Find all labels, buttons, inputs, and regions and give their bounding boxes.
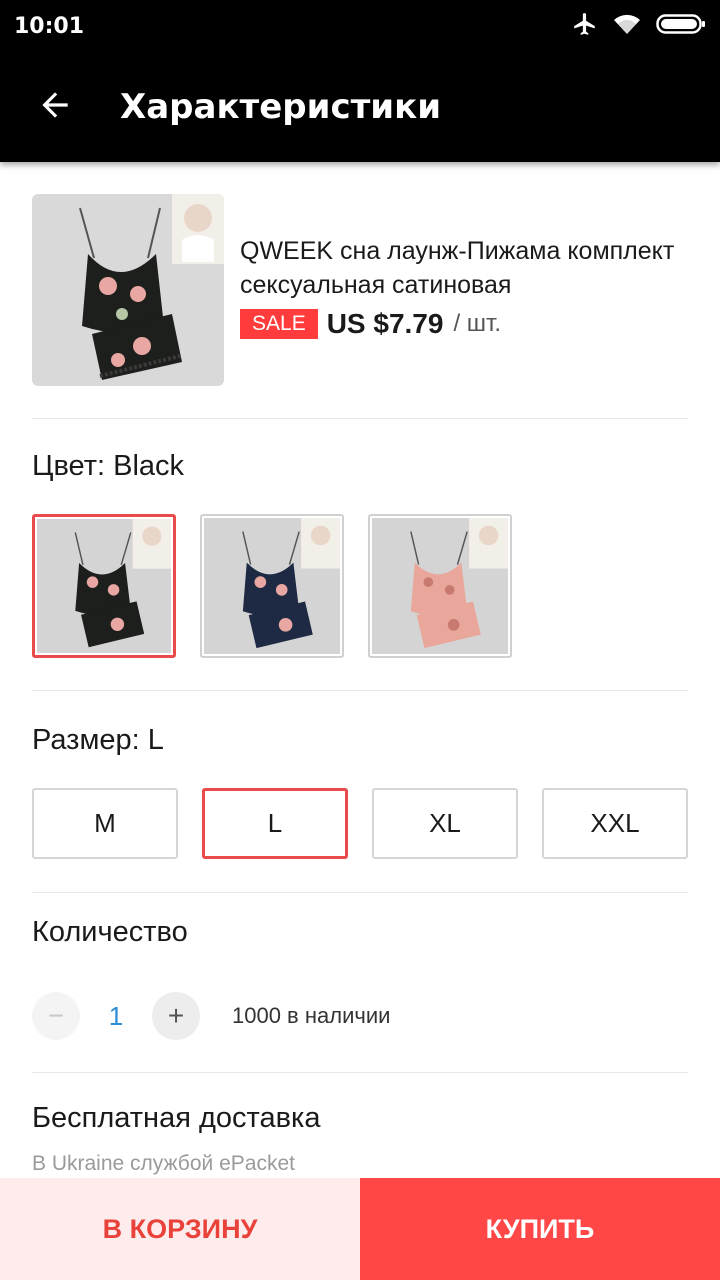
size-option-l[interactable]: L [202,788,348,859]
size-option-xl[interactable]: XL [372,788,518,859]
product-summary: QWEEK сна лаунж-Пижама комплект сексуаль… [32,194,688,386]
status-icons [572,11,706,42]
product-thumbnail [32,194,224,386]
size-label: Размер: L [32,724,164,756]
product-info: QWEEK сна лаунж-Пижама комплект сексуаль… [240,194,688,386]
buy-now-button[interactable]: КУПИТЬ [360,1178,720,1280]
app-bar: Характеристики [0,52,720,162]
color-option-pink[interactable] [368,514,512,658]
size-options: M L XL XXL [32,788,688,859]
status-bar: 10:01 [0,0,720,52]
shipping-title: Бесплатная доставка [32,1102,321,1134]
status-time: 10:01 [14,13,85,39]
page-title: Характеристики [120,87,442,127]
size-option-xxl[interactable]: XXL [542,788,688,859]
product-price: US $7.79 [326,308,444,339]
quantity-value[interactable]: 1 [80,1001,152,1032]
color-options [32,514,512,658]
quantity-label: Количество [32,916,188,948]
color-option-black[interactable] [32,514,176,658]
arrow-left-icon [36,86,74,129]
bottom-action-bar: В КОРЗИНУ КУПИТЬ [0,1178,720,1280]
wifi-icon [612,12,642,41]
color-label: Цвет: Black [32,450,185,482]
quantity-decrease-button[interactable]: − [32,992,80,1040]
divider [32,892,688,893]
shipping-subtitle: В Ukraine службой ePacket [32,1152,295,1175]
divider [32,1072,688,1073]
price-row: SALE US $7.79 / шт. [240,308,688,340]
airplane-mode-icon [572,11,598,42]
sale-badge: SALE [240,309,318,339]
battery-icon [656,12,706,41]
stock-count: 1000 в наличии [232,1003,391,1028]
product-title: QWEEK сна лаунж-Пижама комплект сексуаль… [240,237,675,299]
quantity-stepper: − 1 + 1000 в наличии [32,992,390,1040]
add-to-cart-button[interactable]: В КОРЗИНУ [0,1178,360,1280]
price-unit: / шт. [453,310,502,337]
divider [32,418,688,419]
color-option-navy[interactable] [200,514,344,658]
divider [32,690,688,691]
quantity-increase-button[interactable]: + [152,992,200,1040]
back-button[interactable] [0,52,110,162]
size-option-m[interactable]: M [32,788,178,859]
